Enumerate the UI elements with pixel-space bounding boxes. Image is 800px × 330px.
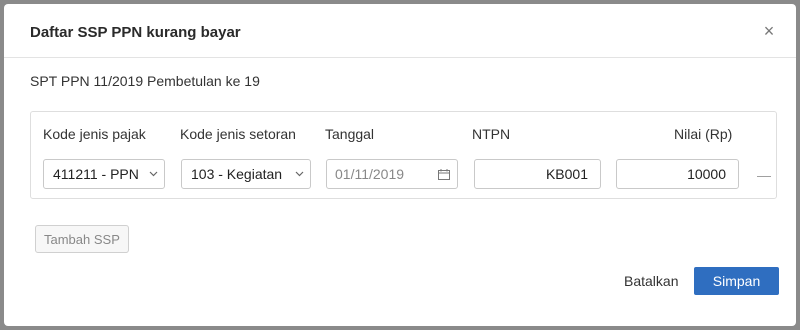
tanggal-date-input[interactable]: 01/11/2019 bbox=[326, 159, 458, 189]
ssp-table: Kode jenis pajak Kode jenis setoran Tang… bbox=[30, 111, 777, 199]
cancel-button[interactable]: Batalkan bbox=[624, 273, 678, 289]
nilai-input[interactable]: 10000 bbox=[616, 159, 739, 189]
header-tanggal: Tanggal bbox=[325, 126, 375, 142]
chevron-down-icon bbox=[292, 169, 310, 180]
kode-jenis-setoran-select[interactable]: 103 - Kegiatan bbox=[181, 159, 311, 189]
nilai-value: 10000 bbox=[687, 166, 726, 182]
kode-jenis-setoran-value: 103 - Kegiatan bbox=[191, 166, 283, 182]
save-button[interactable]: Simpan bbox=[694, 267, 779, 295]
header-nilai: Nilai (Rp) bbox=[674, 126, 733, 142]
tanggal-value: 01/11/2019 bbox=[335, 166, 405, 182]
ntpn-value: KB001 bbox=[545, 166, 588, 182]
header-kode-jenis-pajak: Kode jenis pajak bbox=[43, 126, 146, 142]
close-icon[interactable]: × bbox=[760, 22, 778, 40]
dialog-header: Daftar SSP PPN kurang bayar × bbox=[4, 4, 796, 58]
add-ssp-button[interactable]: Tambah SSP bbox=[35, 225, 129, 253]
calendar-icon[interactable] bbox=[431, 168, 457, 180]
dialog-title: Daftar SSP PPN kurang bayar bbox=[30, 24, 241, 41]
remove-row-button[interactable]: — bbox=[757, 167, 771, 183]
ntpn-input[interactable]: KB001 bbox=[474, 159, 601, 189]
header-ntpn: NTPN bbox=[472, 126, 511, 142]
ssp-dialog: Daftar SSP PPN kurang bayar × SPT PPN 11… bbox=[4, 4, 796, 326]
spt-subtitle: SPT PPN 11/2019 Pembetulan ke 19 bbox=[30, 73, 260, 89]
header-kode-jenis-setoran: Kode jenis setoran bbox=[180, 126, 296, 142]
kode-jenis-pajak-value: 411211 - PPN bbox=[53, 166, 139, 182]
kode-jenis-pajak-select[interactable]: 411211 - PPN bbox=[43, 159, 165, 189]
chevron-down-icon bbox=[146, 169, 164, 180]
